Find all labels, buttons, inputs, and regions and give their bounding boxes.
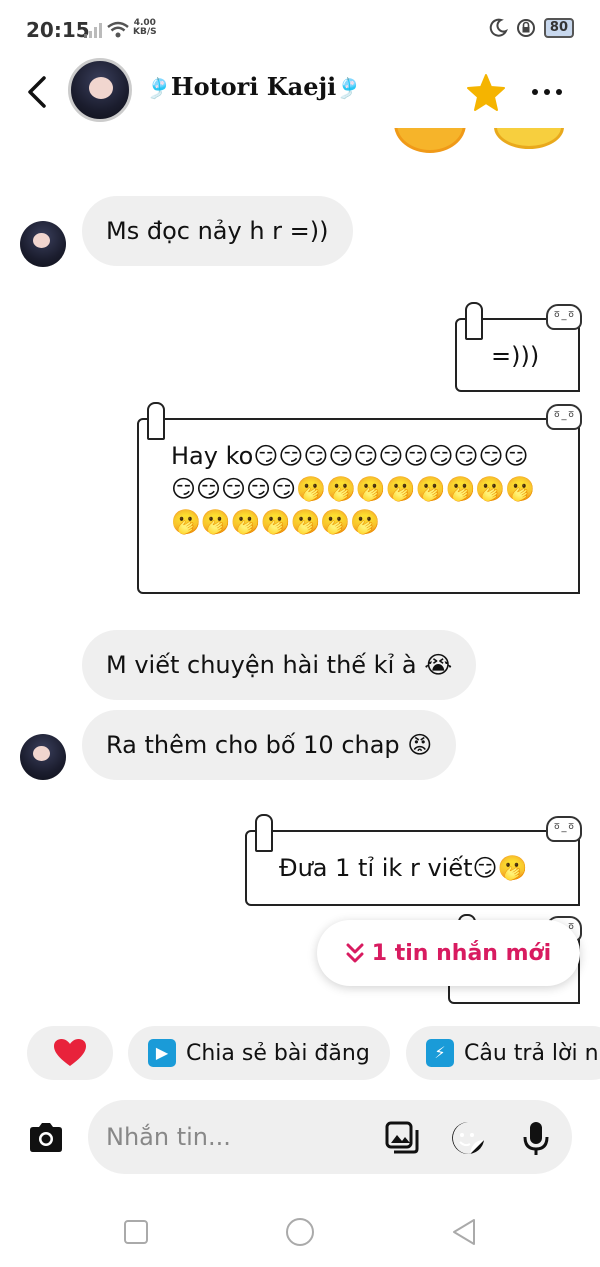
name-decoration-left: 🎐 bbox=[146, 76, 171, 100]
new-messages-button[interactable]: 1 tin nhắn mới bbox=[317, 920, 580, 986]
message-text: Đưa 1 tỉ ik r viết😏🫢 bbox=[279, 854, 528, 882]
message-bubble-incoming[interactable]: Ra thêm cho bố 10 chap 😡 bbox=[82, 710, 457, 780]
name-decoration-right: 🎐 bbox=[336, 76, 362, 100]
dot-icon bbox=[556, 89, 562, 95]
status-time: 20:15 bbox=[26, 18, 90, 42]
camera-button[interactable] bbox=[26, 1118, 66, 1158]
lightning-icon: ⚡ bbox=[426, 1039, 454, 1067]
triangle-back-icon bbox=[453, 1219, 475, 1245]
wifi-icon bbox=[107, 21, 129, 38]
message-bubble-incoming[interactable]: M viết chuyện hài thế kỉ à 😭 bbox=[82, 630, 477, 700]
double-chevron-down-icon bbox=[346, 943, 364, 963]
new-messages-label: 1 tin nhắn mới bbox=[371, 940, 552, 966]
share-post-button[interactable]: ▶ Chia sẻ bài đăng bbox=[128, 1026, 390, 1080]
message-composer bbox=[88, 1100, 572, 1174]
message-bubble-incoming[interactable]: Ms đọc nảy h r =)) bbox=[82, 196, 353, 266]
cat-sticker-icon: ㆆ_ㆆ bbox=[546, 304, 582, 330]
network-speed-unit: KB/S bbox=[133, 27, 157, 37]
message-input[interactable] bbox=[106, 1118, 366, 1156]
message-bubble-outgoing[interactable]: ㆆ_ㆆ Đưa 1 tỉ ik r viết😏🫢 bbox=[245, 814, 582, 906]
contact-avatar[interactable] bbox=[68, 58, 132, 122]
quick-reply-label: Câu trả lời n bbox=[464, 1040, 599, 1066]
share-post-label: Chia sẻ bài đăng bbox=[186, 1040, 370, 1066]
contact-name[interactable]: 🎐Hotori Kaeji🎐 bbox=[146, 72, 361, 101]
sticker-blob bbox=[494, 125, 564, 149]
sticker-icon bbox=[452, 1122, 484, 1155]
favorite-button[interactable] bbox=[466, 72, 506, 112]
status-right: 80 bbox=[488, 18, 574, 38]
microphone-icon bbox=[523, 1122, 549, 1155]
system-nav-bar bbox=[0, 1196, 600, 1267]
circle-icon bbox=[286, 1218, 314, 1246]
cat-sticker-icon: ㆆ_ㆆ bbox=[546, 816, 582, 842]
sender-avatar[interactable] bbox=[20, 734, 66, 780]
cat-sticker-icon: ㆆ_ㆆ bbox=[546, 404, 582, 430]
star-icon bbox=[467, 74, 505, 111]
chevron-left-icon bbox=[28, 76, 46, 108]
sticker-blob bbox=[394, 125, 466, 153]
lock-rotation-icon bbox=[516, 19, 535, 37]
moon-icon bbox=[489, 18, 508, 37]
heart-reaction-button[interactable] bbox=[27, 1026, 113, 1080]
play-icon: ▶ bbox=[148, 1039, 176, 1067]
dot-icon bbox=[532, 89, 538, 95]
sticker-button[interactable] bbox=[450, 1120, 486, 1156]
square-icon bbox=[124, 1220, 148, 1244]
sender-avatar[interactable] bbox=[20, 221, 66, 267]
signal-icon bbox=[84, 23, 102, 38]
contact-name-text: Hotori Kaeji bbox=[170, 72, 337, 101]
back-nav-button[interactable] bbox=[446, 1214, 482, 1250]
voice-message-button[interactable] bbox=[518, 1120, 554, 1156]
image-icon bbox=[385, 1121, 419, 1154]
status-bar: 20:15 4.00 KB/S 80 bbox=[0, 0, 600, 60]
quick-reply-button[interactable]: ⚡ Câu trả lời n bbox=[406, 1026, 600, 1080]
battery-indicator: 80 bbox=[543, 18, 574, 38]
recent-apps-button[interactable] bbox=[118, 1214, 154, 1250]
heart-icon bbox=[54, 1039, 86, 1066]
message-text: =))) bbox=[491, 342, 540, 370]
camera-icon bbox=[30, 1123, 62, 1152]
message-bubble-outgoing[interactable]: ㆆ_ㆆ Hay ko😏😏😏😏😏😏😏😏😏😏😏😏😏😏😏😏🫢🫢🫢🫢🫢🫢🫢🫢🫢🫢🫢🫢🫢🫢… bbox=[137, 402, 582, 594]
network-speed: 4.00 KB/S bbox=[133, 19, 157, 37]
quick-actions-row: ▶ Chia sẻ bài đăng ⚡ Câu trả lời n bbox=[0, 1026, 600, 1082]
chat-header: 🎐Hotori Kaeji🎐 bbox=[0, 58, 600, 128]
message-bubble-outgoing[interactable]: ㆆ_ㆆ =))) bbox=[455, 302, 582, 392]
back-button[interactable] bbox=[22, 72, 54, 112]
more-options-button[interactable] bbox=[532, 84, 572, 100]
sticker-fragment bbox=[390, 125, 590, 160]
gallery-button[interactable] bbox=[384, 1120, 420, 1156]
dot-icon bbox=[544, 89, 550, 95]
message-text: Hay ko😏😏😏😏😏😏😏😏😏😏😏😏😏😏😏😏🫢🫢🫢🫢🫢🫢🫢🫢🫢🫢🫢🫢🫢🫢🫢 bbox=[171, 442, 536, 536]
home-button[interactable] bbox=[282, 1214, 318, 1250]
